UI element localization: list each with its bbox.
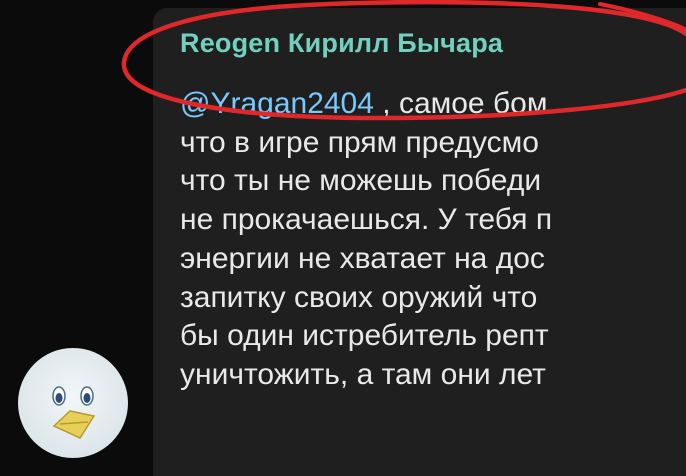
message-line: не прокачаешься. У тебя п xyxy=(180,203,553,237)
message-line-text: , самое бом xyxy=(373,87,548,120)
chat-view: Reogen Кирилл Бычара @Yragan2404 , самое… xyxy=(0,0,686,476)
message-text: @Yragan2404 , самое бом что в игре прям … xyxy=(180,85,686,395)
message-line: энергии не хватает на дос xyxy=(180,241,545,275)
message-line: что в игре прям предусмо xyxy=(180,125,539,159)
message-line: бы один истребитель репт xyxy=(180,319,549,353)
message-line: запитку своих оружий что xyxy=(180,280,538,314)
sender-name[interactable]: Reogen Кирилл Бычара xyxy=(180,28,503,59)
message-line: уничтожить, а там они лет xyxy=(180,357,546,391)
user-mention-link[interactable]: @Yragan2404 xyxy=(180,87,374,120)
penguin-avatar-icon xyxy=(52,386,96,439)
message-line: @Yragan2404 , самое бом xyxy=(180,85,686,124)
message-line: что ты не можешь победи xyxy=(180,164,542,198)
sender-avatar[interactable] xyxy=(18,348,128,458)
